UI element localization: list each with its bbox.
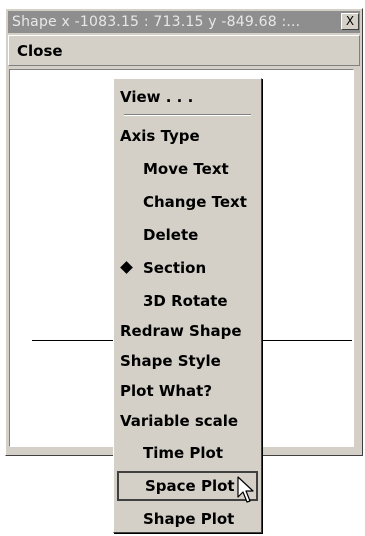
menu-item-view[interactable]: View . . . <box>114 84 261 110</box>
window-close-button[interactable]: X <box>341 13 359 30</box>
menu-item-time-plot[interactable]: Time Plot <box>114 440 261 466</box>
close-icon: X <box>345 14 355 28</box>
menu-item-3d-rotate[interactable]: 3D Rotate <box>114 288 261 314</box>
menu-separator <box>124 114 251 116</box>
menu-bar: Close <box>8 35 360 66</box>
axis-line-right <box>260 340 352 341</box>
menu-item-change-text[interactable]: Change Text <box>114 189 261 215</box>
menu-item-section[interactable]: Section <box>114 255 261 281</box>
diamond-icon <box>120 261 133 274</box>
menu-item-plot-what[interactable]: Plot What? <box>114 378 261 404</box>
menu-item-shape-style[interactable]: Shape Style <box>114 348 261 374</box>
menu-item-move-text[interactable]: Move Text <box>114 156 261 182</box>
context-menu: View . . . Axis Type Move Text Change Te… <box>113 78 262 533</box>
window-title: Shape x -1083.15 : 713.15 y -849.68 :... <box>12 14 301 30</box>
axis-line-left <box>32 340 124 341</box>
menu-item-delete[interactable]: Delete <box>114 222 261 248</box>
menu-item-redraw-shape[interactable]: Redraw Shape <box>114 318 261 344</box>
title-bar[interactable]: Shape x -1083.15 : 713.15 y -849.68 :...… <box>8 11 360 33</box>
menu-item-section-label: Section <box>143 259 207 277</box>
menu-item-shape-plot[interactable]: Shape Plot <box>114 506 261 532</box>
arrow-cursor-icon <box>237 476 254 503</box>
menu-item-variable-scale[interactable]: Variable scale <box>114 408 261 434</box>
menu-item-axis-type[interactable]: Axis Type <box>114 123 261 149</box>
menu-close[interactable]: Close <box>17 42 63 60</box>
